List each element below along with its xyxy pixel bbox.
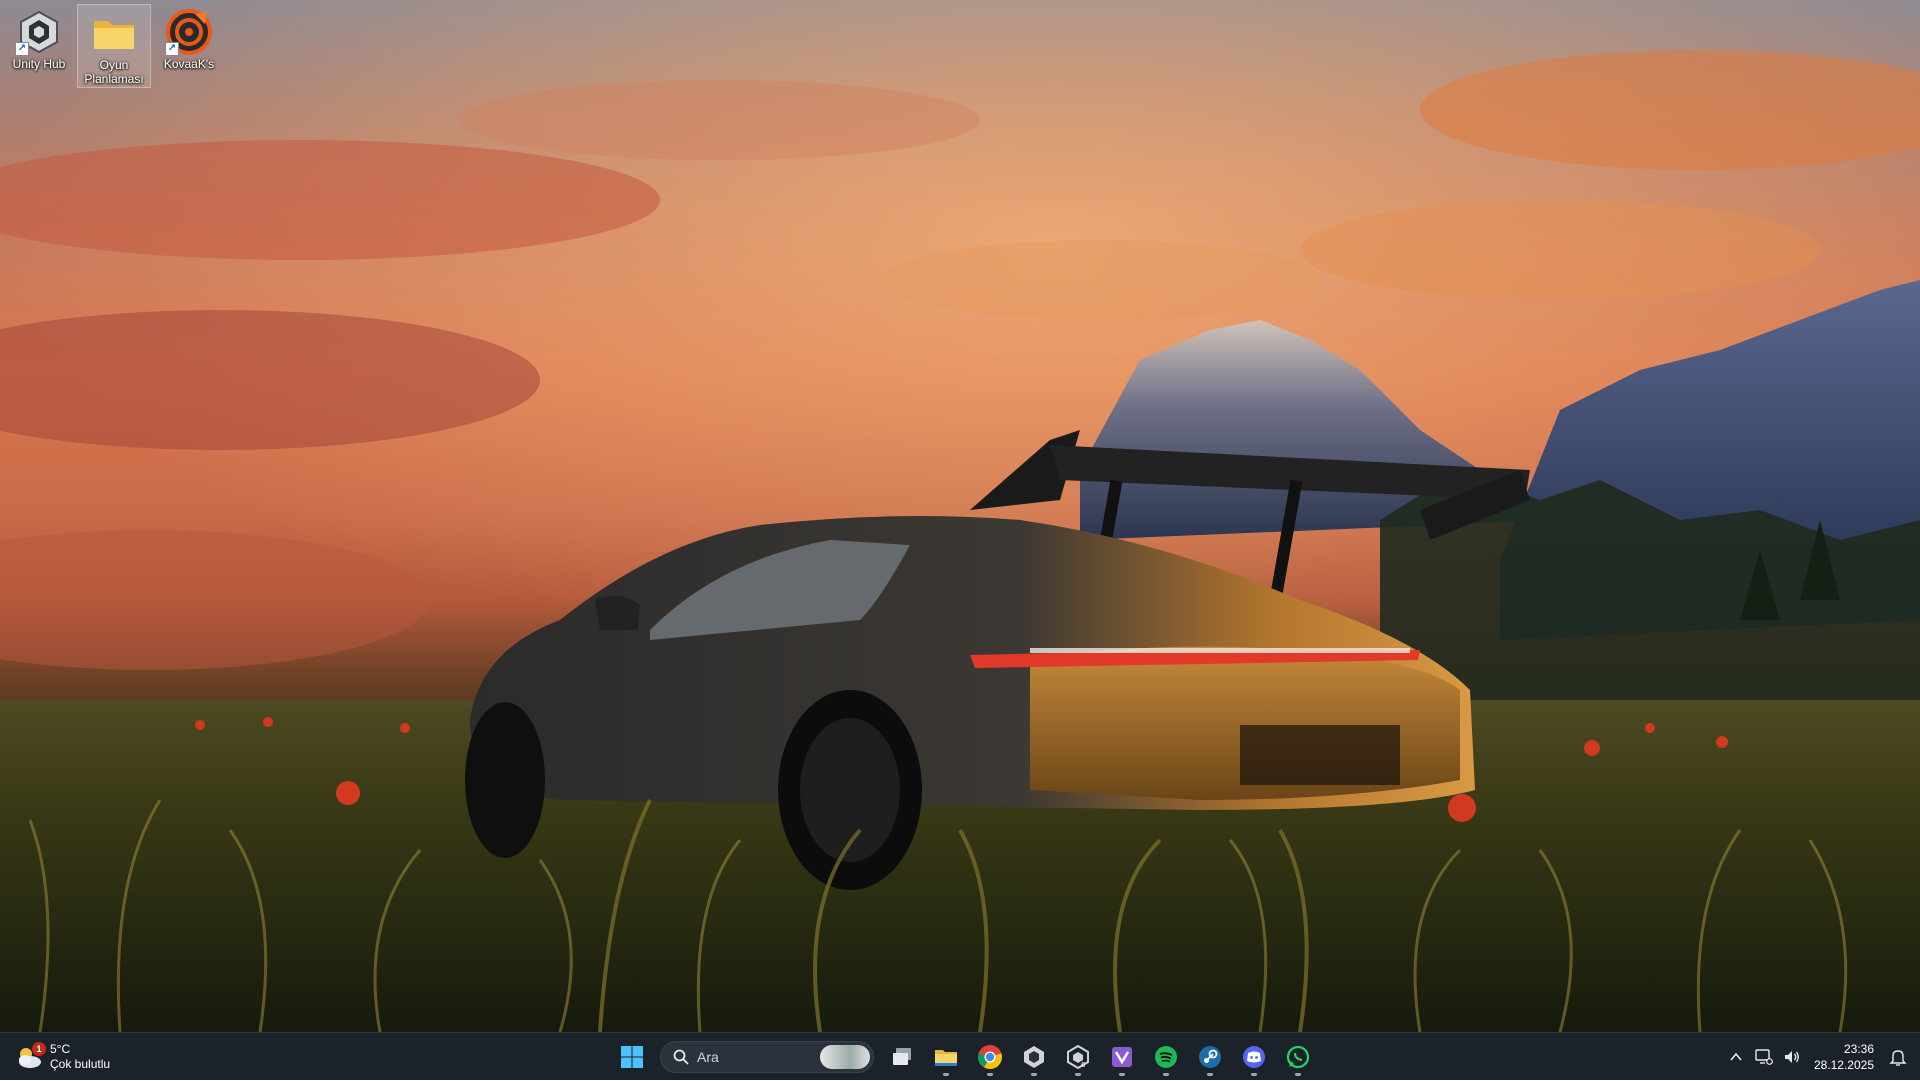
task-view-icon	[893, 1048, 911, 1065]
whatsapp-icon	[1286, 1045, 1310, 1069]
unity-hub-button[interactable]	[1014, 1037, 1054, 1077]
svg-text:6: 6	[1081, 1061, 1086, 1069]
windows-logo-icon	[621, 1046, 643, 1068]
notifications-button[interactable]	[1886, 1045, 1910, 1069]
desktop-icon-label: Oyun Planlaması	[84, 58, 144, 86]
whatsapp-button[interactable]	[1278, 1037, 1318, 1077]
running-indicator	[1163, 1073, 1169, 1076]
running-indicator	[987, 1073, 993, 1076]
visual-studio-button[interactable]	[1102, 1037, 1142, 1077]
network-button[interactable]	[1752, 1045, 1776, 1069]
clock[interactable]: 23:36 28.12.2025	[1814, 1041, 1874, 1073]
running-indicator	[1207, 1073, 1213, 1076]
steam-icon	[1199, 1046, 1221, 1068]
clock-date: 28.12.2025	[1813, 1058, 1874, 1072]
spotify-button[interactable]	[1146, 1037, 1186, 1077]
running-indicator	[1031, 1073, 1037, 1076]
weather-temperature: 5°C	[50, 1042, 71, 1056]
search-box[interactable]: Ara	[660, 1041, 874, 1073]
spotify-icon	[1155, 1046, 1177, 1068]
weather-widget[interactable]: 1 5°C Çok bulutlu	[14, 1039, 110, 1075]
system-tray: 23:36 28.12.2025	[1722, 1033, 1920, 1081]
kovaaks-icon: ↗	[165, 8, 213, 56]
bell-icon	[1889, 1050, 1907, 1066]
network-icon	[1755, 1049, 1773, 1065]
visual-studio-icon	[1112, 1047, 1132, 1067]
desktop-icon-oyun-planlamasi[interactable]: Oyun Planlaması	[77, 4, 151, 88]
desktop-icon-unity-hub[interactable]: ↗ Unity Hub	[2, 4, 76, 88]
start-button[interactable]	[612, 1037, 652, 1077]
unity-editor-icon: 6	[1067, 1045, 1089, 1069]
chrome-button[interactable]	[970, 1037, 1010, 1077]
volume-button[interactable]	[1780, 1045, 1804, 1069]
desktop-wallpaper	[0, 0, 1920, 1032]
steam-button[interactable]	[1190, 1037, 1230, 1077]
wallpaper-scene	[0, 0, 1920, 1032]
chrome-icon	[978, 1045, 1002, 1069]
unity-editor-button[interactable]: 6	[1058, 1037, 1098, 1077]
unity-hub-icon	[1024, 1046, 1044, 1068]
taskbar-center: Ara 6	[610, 1037, 1320, 1077]
search-highlight-image	[820, 1045, 870, 1069]
chevron-up-icon	[1730, 1052, 1742, 1061]
speaker-icon	[1784, 1051, 1799, 1063]
desktop-icon-kovaaks[interactable]: ↗ KovaaK's	[152, 4, 226, 88]
desktop-icon-label: KovaaK's	[163, 57, 215, 71]
weather-condition: Çok bulutlu	[50, 1057, 111, 1071]
task-view-button[interactable]	[882, 1037, 922, 1077]
running-indicator	[1295, 1073, 1301, 1076]
search-icon	[673, 1049, 689, 1065]
discord-icon	[1243, 1046, 1265, 1068]
show-hidden-icons-button[interactable]	[1724, 1045, 1748, 1069]
desktop-icon-label: Unity Hub	[12, 57, 66, 71]
search-placeholder: Ara	[697, 1049, 719, 1065]
shortcut-arrow-icon: ↗	[165, 42, 179, 56]
unity-hub-icon: ↗	[15, 8, 63, 56]
running-indicator	[1075, 1073, 1081, 1076]
taskbar: 1 5°C Çok bulutlu Ara 6 23:36 28.12.2025	[0, 1032, 1920, 1080]
running-indicator	[1251, 1073, 1257, 1076]
cloudy-weather-icon: 1	[14, 1042, 46, 1072]
running-indicator	[1119, 1073, 1125, 1076]
shortcut-arrow-icon: ↗	[15, 42, 29, 56]
clock-time: 23:36	[1843, 1042, 1874, 1056]
folder-icon	[90, 9, 138, 57]
folder-icon	[935, 1050, 957, 1066]
notification-badge: 1	[32, 1042, 46, 1056]
discord-button[interactable]	[1234, 1037, 1274, 1077]
file-explorer-button[interactable]	[926, 1037, 966, 1077]
running-indicator	[943, 1073, 949, 1076]
